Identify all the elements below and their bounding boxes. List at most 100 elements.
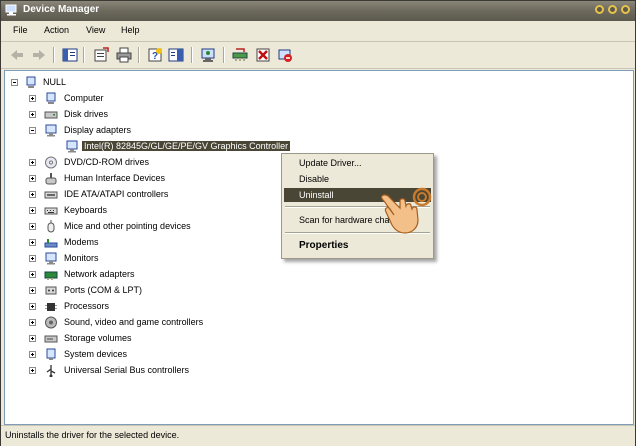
menu-action[interactable]: Action [44,25,69,35]
maximize-button[interactable] [608,5,617,14]
help-icon[interactable]: ? [147,47,163,63]
context-menu: Update Driver... Disable Uninstall Scan … [281,153,434,259]
tree-item-label: DVD/CD-ROM drives [64,157,150,167]
expand-button[interactable] [29,335,36,342]
mouse-icon [47,220,55,233]
device-manager-icon [5,4,17,16]
menu-file[interactable]: File [13,25,28,35]
menu-view[interactable]: View [86,25,105,35]
toolbar-separator [53,47,55,63]
collapse-root-button[interactable] [11,79,18,86]
graphics-controller-label: Intel(R) 82845G/GL/GE/PE/GV Graphics Con… [82,141,291,151]
tree-item-label: Sound, video and game controllers [64,317,204,327]
show-hide-action-pane-icon[interactable] [168,47,184,63]
expand-button[interactable] [29,351,36,358]
toolbar-separator [83,47,85,63]
menu-bar: File Action View Help [1,21,635,42]
expand-button[interactable] [29,191,36,198]
uninstall-icon[interactable] [255,47,271,63]
tree-item-graphics-controller[interactable]: Intel(R) 82845G/GL/GE/PE/GV Graphics Con… [61,140,361,154]
usb-icon [46,365,56,377]
minimize-button[interactable] [595,5,604,14]
properties-icon[interactable] [93,47,109,63]
tree-root[interactable]: NULL [5,76,205,90]
back-arrow-icon[interactable] [9,47,25,63]
expand-button[interactable] [29,159,36,166]
tree-item[interactable]: Computer [5,92,365,106]
tree-item-label: Human Interface Devices [64,173,166,183]
tree-item[interactable]: Network adapters [5,268,365,282]
expand-button[interactable] [29,271,36,278]
tree-item[interactable]: Processors [5,300,365,314]
tree-item[interactable]: Storage volumes [5,332,365,346]
tree-item[interactable]: Display adapters [5,124,365,138]
disable-device-icon[interactable] [277,47,293,63]
tree-item[interactable]: Sound, video and game controllers [5,316,365,330]
speaker-icon [45,316,57,329]
device-manager-window: Device Manager File Action View Help ? N… [0,0,636,446]
tree-item[interactable]: Ports (COM & LPT) [5,284,365,298]
close-button[interactable] [621,5,630,14]
tree-item[interactable]: Disk drives [5,108,365,122]
tree-item-label: Network adapters [64,269,135,279]
console-tree-icon[interactable] [62,47,78,63]
tree-item[interactable]: System devices [5,348,365,362]
monitor-icon [45,252,57,265]
update-driver-icon[interactable] [232,47,248,63]
tree-root-label: NULL [43,77,67,87]
ide-controller-icon [44,191,58,199]
expand-button[interactable] [29,239,36,246]
network-adapter-icon [44,271,58,280]
toolbar-separator [191,47,193,63]
toolbar-separator [223,47,225,63]
tree-item-label: Modems [64,237,99,247]
expand-button[interactable] [29,223,36,230]
expand-button[interactable] [29,255,36,262]
forward-arrow-icon[interactable] [31,47,47,63]
disk-drive-icon [44,111,58,119]
expand-button[interactable] [29,303,36,310]
processor-icon [45,303,57,311]
window-title: Device Manager [23,4,100,15]
cdrom-icon [45,156,57,169]
storage-volume-icon [44,335,58,343]
expand-button[interactable] [29,319,36,326]
hand-pointer-icon [381,187,432,234]
tree-item-label: Disk drives [64,109,109,119]
expand-button[interactable] [29,111,36,118]
tree-item-label: Mice and other pointing devices [64,221,191,231]
system-device-icon [46,348,56,360]
status-text: Uninstalls the driver for the selected d… [5,430,180,440]
expand-button[interactable] [29,367,36,374]
menu-help[interactable]: Help [121,25,140,35]
hid-icon [45,173,57,185]
tree-item-label: Processors [64,301,110,311]
tree-item-label: Universal Serial Bus controllers [64,365,190,375]
context-menu-update-driver[interactable]: Update Driver... [284,156,431,170]
collapse-button[interactable] [29,127,36,134]
modem-icon [44,239,58,248]
keyboard-icon [44,207,58,215]
tree-item-label: Computer [64,93,104,103]
expand-button[interactable] [29,95,36,102]
context-menu-properties[interactable]: Properties [284,238,431,252]
status-bar: Uninstalls the driver for the selected d… [1,425,635,446]
port-icon [45,286,57,295]
print-icon[interactable] [116,47,132,63]
expand-button[interactable] [29,287,36,294]
computer-icon [26,76,36,88]
tree-item-label: Display adapters [64,125,132,135]
computer-icon [46,92,56,104]
tree-item-label: System devices [64,349,128,359]
tree-item-label: Storage volumes [64,333,132,343]
tree-item-label: Monitors [64,253,99,263]
tree-item[interactable]: Universal Serial Bus controllers [5,364,365,378]
monitor-icon [66,140,78,153]
expand-button[interactable] [29,207,36,214]
title-bar[interactable]: Device Manager [1,1,635,21]
tree-item-label: Keyboards [64,205,108,215]
monitor-icon [45,124,57,137]
tree-item-label: IDE ATA/ATAPI controllers [64,189,169,199]
scan-hardware-icon[interactable] [200,47,216,63]
expand-button[interactable] [29,175,36,182]
